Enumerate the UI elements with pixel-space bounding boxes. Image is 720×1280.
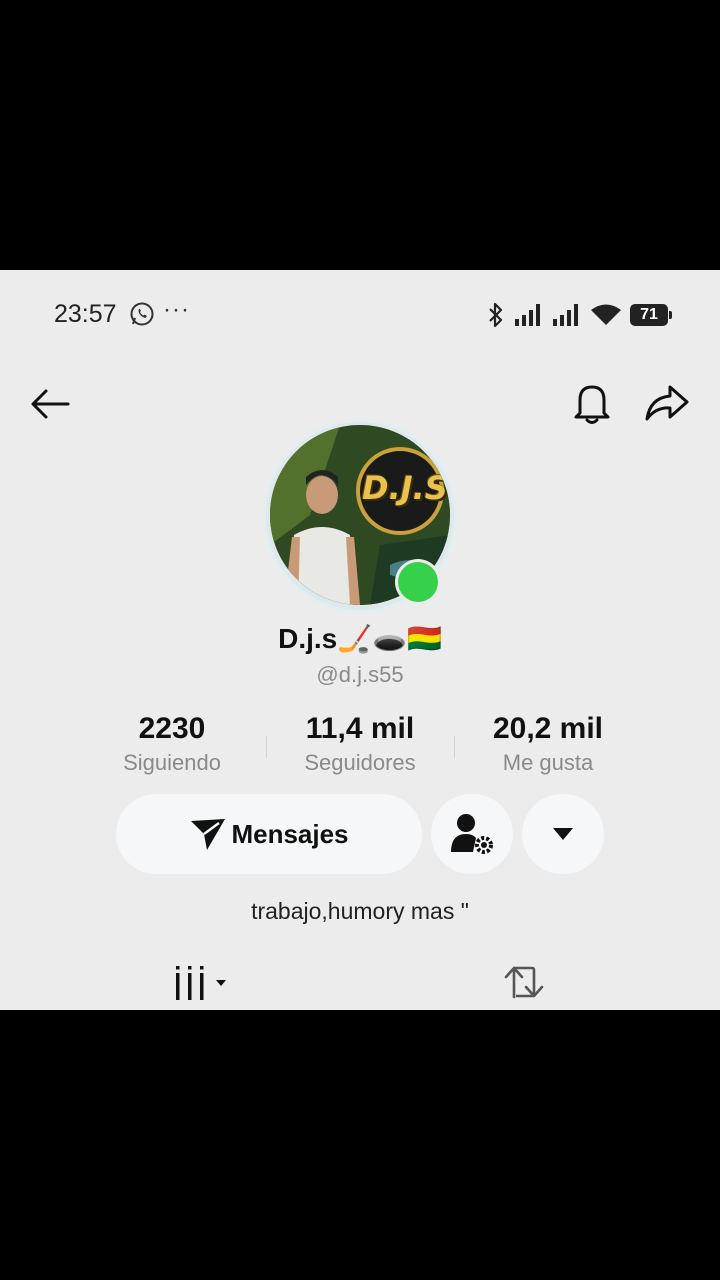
battery-icon: 71 xyxy=(630,304,672,326)
tab-videos[interactable] xyxy=(174,963,234,1003)
whatsapp-icon xyxy=(130,302,154,326)
wifi-icon xyxy=(591,304,621,325)
signal-icon xyxy=(553,304,578,326)
messages-button[interactable]: Mensajes xyxy=(116,794,422,874)
stat-label: Seguidores xyxy=(304,750,416,775)
bell-icon xyxy=(574,385,610,424)
status-icons: 71 xyxy=(486,300,672,330)
tab-reposts[interactable] xyxy=(502,963,548,1003)
stat-likes[interactable]: 20,2 mil Me gusta xyxy=(448,712,648,776)
display-name: D.j.s🏒🕳️🇧🇴 xyxy=(278,623,442,654)
avatar-logo-text: D.J.S xyxy=(362,469,448,507)
signal-icon xyxy=(515,304,540,326)
bluetooth-icon xyxy=(489,302,503,328)
user-settings-icon xyxy=(451,814,493,854)
stat-following[interactable]: 2230 Siguiendo xyxy=(72,712,272,776)
stat-value: 11,4 mil xyxy=(305,712,415,745)
messages-label: Mensajes xyxy=(231,818,349,849)
username: @d.j.s55 xyxy=(316,662,404,687)
stat-value: 2230 xyxy=(138,712,206,745)
profile-settings-button[interactable] xyxy=(431,794,513,874)
dropdown-triangle-icon xyxy=(553,828,573,840)
repost-icon xyxy=(504,966,544,999)
stat-label: Siguiendo xyxy=(123,750,221,775)
profile-stats: 2230 Siguiendo 11,4 mil Seguidores 20,2 … xyxy=(0,712,720,782)
share-button[interactable] xyxy=(642,378,692,428)
status-bar: 23:57 ··· 71 xyxy=(0,270,720,360)
status-time: 23:57 xyxy=(54,300,117,328)
stat-value: 20,2 mil xyxy=(492,712,604,745)
stat-label: Me gusta xyxy=(502,750,594,775)
more-notifications-icon: ··· xyxy=(163,296,190,323)
profile-screen: 23:57 ··· 71 D.J.S D.j.s🏒🕳️🇧🇴 @d.j.s55 2… xyxy=(0,270,720,1010)
share-icon xyxy=(645,385,689,421)
battery-level: 71 xyxy=(640,306,658,323)
online-status-dot xyxy=(398,562,438,602)
stat-followers[interactable]: 11,4 mil Seguidores xyxy=(260,712,460,776)
profile-bio: trabajo,humory mas " xyxy=(251,898,469,924)
back-button[interactable] xyxy=(26,380,74,428)
send-icon xyxy=(191,819,226,850)
notifications-button[interactable] xyxy=(568,378,616,428)
more-options-button[interactable] xyxy=(522,794,604,874)
videos-grid-icon xyxy=(176,966,226,1000)
back-arrow-icon xyxy=(31,389,70,419)
